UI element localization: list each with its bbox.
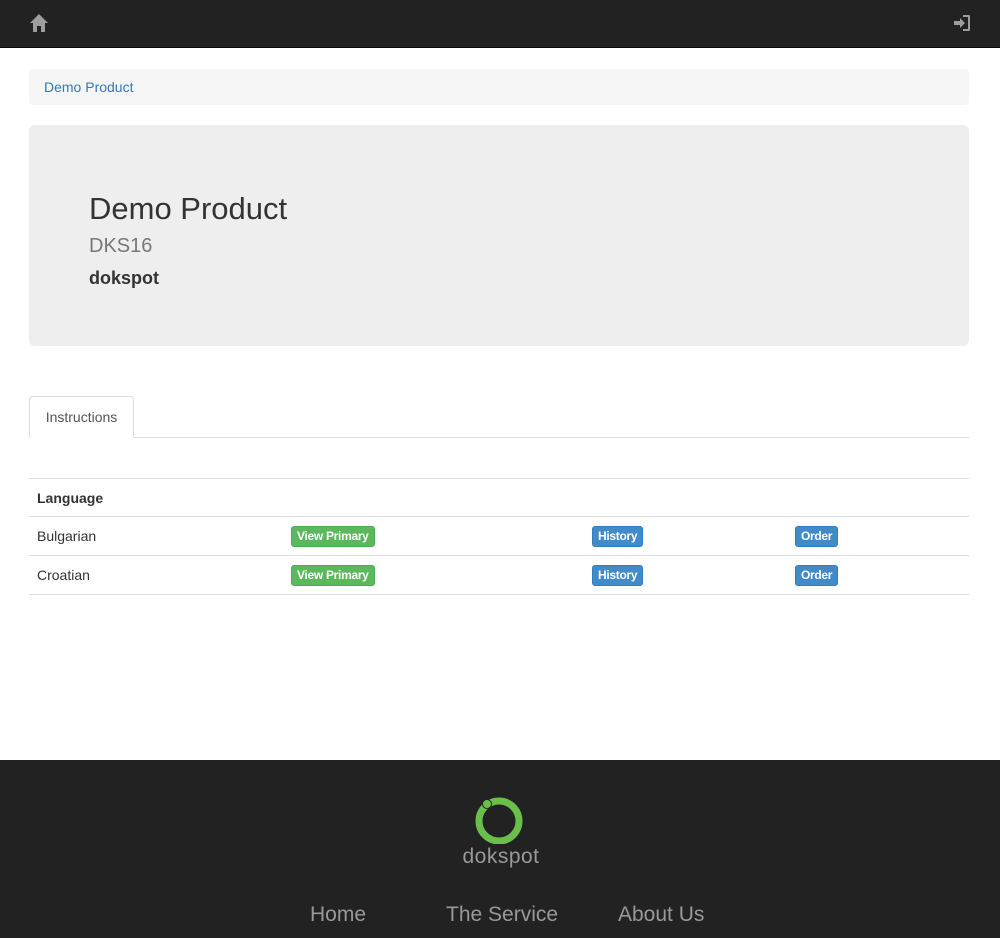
footer-link-service[interactable]: The Service [446,903,558,927]
history-button[interactable]: History [592,565,644,586]
order-button[interactable]: Order [795,526,839,547]
product-title: Demo Product [89,191,288,226]
footer-link-about[interactable]: About Us [618,903,704,927]
instructions-table: Language Bulgarian View Primary History … [29,478,969,595]
language-cell: Croatian [37,567,90,583]
footer-links: Home The Service About Us [0,903,1000,933]
order-button[interactable]: Order [795,565,839,586]
column-header-language: Language [37,490,104,506]
view-primary-button[interactable]: View Primary [291,526,375,547]
table-row: Croatian View Primary History Order [29,556,969,595]
sign-in-icon[interactable] [953,14,971,32]
view-primary-button[interactable]: View Primary [291,565,375,586]
language-cell: Bulgarian [37,528,97,544]
product-brand: dokspot [89,268,159,288]
breadcrumb: Demo Product [29,69,969,105]
product-code: DKS16 [89,235,153,257]
dokspot-logo[interactable]: dokspot [458,794,544,868]
table-row: Bulgarian View Primary History Order [29,517,969,556]
footer-link-home[interactable]: Home [310,903,366,927]
product-header: Demo Product DKS16 dokspot [29,125,969,346]
tab-instructions[interactable]: Instructions [29,396,134,438]
history-button[interactable]: History [592,526,644,547]
table-header: Language [29,479,969,517]
home-icon[interactable] [29,13,49,33]
logo-ring-icon [475,797,523,844]
logo-text: dokspot [462,845,540,868]
footer: dokspot Home The Service About Us [0,760,1000,938]
top-navbar [0,0,1000,48]
tab-bar: Instructions [29,396,969,438]
breadcrumb-link-product[interactable]: Demo Product [44,79,133,95]
